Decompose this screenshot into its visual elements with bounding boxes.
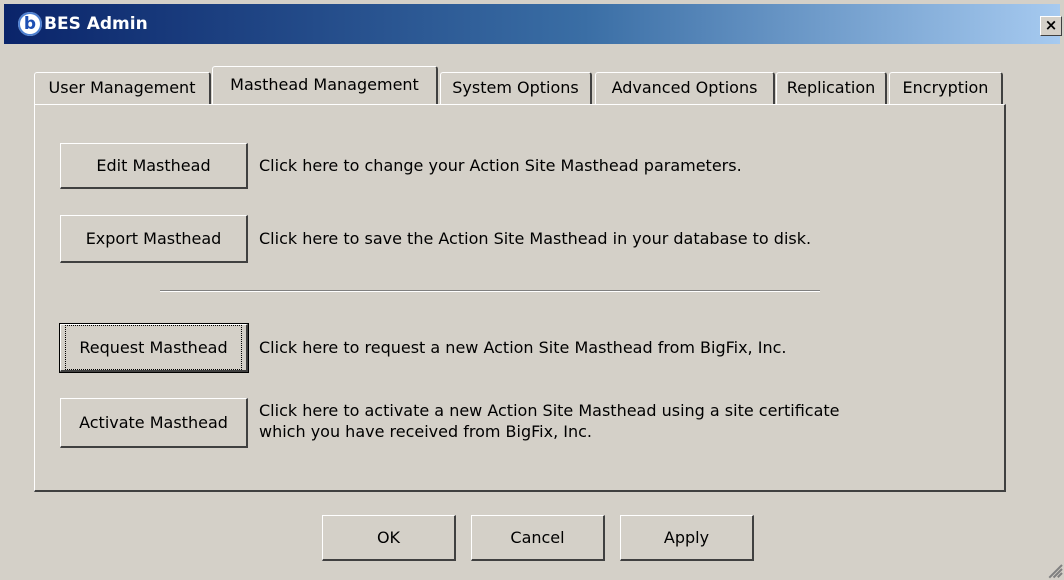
close-button[interactable]: × (1040, 16, 1062, 36)
tab-advanced-options[interactable]: Advanced Options (595, 72, 775, 104)
tab-label: Encryption (902, 78, 989, 97)
cancel-button[interactable]: Cancel (471, 515, 605, 561)
window-title: BES Admin (44, 14, 148, 34)
title-bar[interactable]: b BES Admin × (4, 4, 1062, 44)
tab-label: Masthead Management (230, 75, 419, 94)
activate-masthead-description-line-2: which you have received from BigFix, Inc… (259, 422, 592, 441)
tab-label: User Management (48, 78, 196, 97)
request-masthead-description: Click here to request a new Action Site … (259, 338, 787, 357)
tab-label: System Options (452, 78, 579, 97)
ok-button[interactable]: OK (322, 515, 456, 561)
tab-encryption[interactable]: Encryption (889, 72, 1003, 104)
export-masthead-description: Click here to save the Action Site Masth… (259, 229, 812, 248)
resize-grip-icon[interactable] (1044, 560, 1063, 579)
bigfix-b-icon: b (18, 12, 42, 36)
tab-label: Replication (786, 78, 876, 97)
request-masthead-button[interactable]: Request Masthead (59, 323, 249, 373)
tab-system-options[interactable]: System Options (440, 72, 592, 104)
tab-user-management[interactable]: User Management (34, 72, 211, 104)
activate-masthead-button[interactable]: Activate Masthead (60, 398, 248, 448)
close-icon: × (1044, 16, 1058, 34)
export-masthead-button[interactable]: Export Masthead (60, 215, 248, 263)
bes-admin-window: b BES Admin × User Management Masthead M… (0, 0, 1064, 580)
section-divider (160, 290, 820, 292)
activate-masthead-description-line-1: Click here to activate a new Action Site… (259, 401, 840, 420)
tab-replication[interactable]: Replication (776, 72, 887, 104)
edit-masthead-button[interactable]: Edit Masthead (60, 143, 248, 189)
tab-masthead-management[interactable]: Masthead Management (212, 66, 438, 104)
edit-masthead-description: Click here to change your Action Site Ma… (259, 156, 742, 175)
tab-label: Advanced Options (611, 78, 758, 97)
apply-button[interactable]: Apply (620, 515, 754, 561)
